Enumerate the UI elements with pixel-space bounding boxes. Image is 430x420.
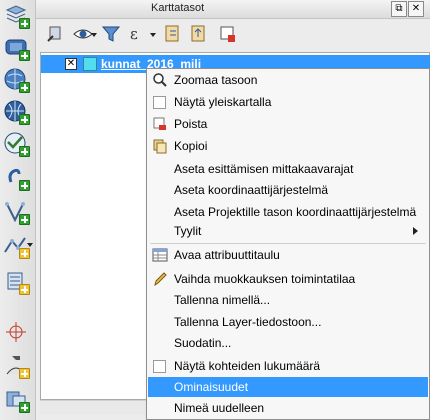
menu-item-label: Ominaisuudet [174,380,249,394]
menu-item-save-as[interactable]: Tallenna nimellä... [148,290,428,310]
layer-context-menu: Zoomaa tasoon Näytä yleiskartalla Poista… [146,68,430,420]
expression-filter-icon[interactable]: ε [126,23,148,45]
menu-item-save-layer-file[interactable]: Tallenna Layer-tiedostoon... [148,312,428,332]
menu-item-rename[interactable]: Nimeä uudelleen [148,398,428,418]
menu-item-zoom-to-layer[interactable]: Zoomaa tasoon [148,70,428,90]
menu-item-label: Aseta esittämisen mittakaavarajat [174,162,354,176]
menu-item-label: Poista [174,117,208,131]
menu-item-label: Tallenna Layer-tiedostoon... [174,315,322,329]
menu-item-label: Vaihda muokkauksen toimintatilaa [174,272,356,286]
left-layer-toolbar [0,0,36,420]
layer-visibility-checkbox[interactable]: ✕ [65,58,77,70]
close-panel-button[interactable]: ✕ [408,1,424,17]
add-delimited-text-layer-icon[interactable] [2,164,30,192]
menu-item-toggle-editing[interactable]: Vaihda muokkauksen toimintatilaa [148,269,428,289]
zoom-icon [152,72,168,88]
menu-item-remove[interactable]: Poista [148,114,428,134]
menu-item-label: Tallenna nimellä... [174,293,271,307]
menu-item-label: Aseta koordinaattijärjestelmä [174,183,329,197]
float-panel-button[interactable]: ⧉ [391,1,407,17]
crosshair-icon[interactable] [2,318,30,346]
chevron-down-icon[interactable] [150,33,156,37]
menu-item-set-crs[interactable]: Aseta koordinaattijärjestelmä [148,180,428,200]
open-layer-styling-icon[interactable] [44,23,66,45]
add-raster-layer-icon[interactable] [2,34,30,62]
add-wms-layer-icon[interactable] [2,66,30,94]
panel-toolbar: ε [36,19,430,49]
chevron-down-icon[interactable] [27,243,33,247]
menu-item-label: Nimeä uudelleen [174,401,265,415]
menu-item-label: Näytä yleiskartalla [174,95,272,109]
menu-separator [150,243,426,244]
menu-item-label: Aseta Projektille tason koordinaattijärj… [174,205,417,219]
menu-item-label: Avaa attribuuttitaulu [174,248,280,262]
submenu-arrow-icon [413,227,418,235]
panel-titlebar: Karttatasot ⧉ ✕ [36,0,430,19]
menu-item-show-feature-count[interactable]: Näytä kohteiden lukumäärä [148,356,428,376]
add-spatialite-layer-icon[interactable] [2,198,30,226]
collapse-all-icon[interactable] [188,23,210,45]
menu-item-set-project-crs[interactable]: Aseta Projektille tason koordinaattijärj… [148,202,428,222]
menu-item-label: Kopioi [174,139,208,153]
remove-layer-icon [152,116,168,132]
menu-item-label: Zoomaa tasoon [174,73,258,87]
menu-item-styles[interactable]: Tyylit [148,221,428,241]
panel-title: Karttatasot [151,2,205,14]
new-shapefile-layer-icon[interactable] [2,232,30,260]
menu-item-scale-visibility[interactable]: Aseta esittämisen mittakaavarajat [148,159,428,179]
duplicate-layer-icon [152,138,168,154]
layer-symbol-swatch [83,57,97,71]
menu-item-duplicate[interactable]: Kopioi [148,136,428,156]
menu-item-properties[interactable]: Ominaisuudet [148,377,428,397]
menu-item-open-attribute-table[interactable]: Avaa attribuuttitaulu [148,245,428,265]
menu-item-filter[interactable]: Suodatin... [148,333,428,353]
checkbox[interactable] [153,360,166,373]
checkbox[interactable] [153,96,166,109]
expand-all-icon[interactable] [162,23,184,45]
new-memory-layer-icon[interactable] [2,268,30,296]
svg-text:ε: ε [130,25,138,43]
filter-icon[interactable] [100,23,122,45]
add-wcs-layer-icon[interactable] [2,130,30,158]
pencil-icon [152,271,168,287]
menu-item-label: Suodatin... [174,336,232,350]
menu-item-label: Näytä kohteiden lukumäärä [174,359,321,373]
add-vector-layer-icon[interactable] [2,2,30,30]
add-wfs-layer-icon[interactable] [2,98,30,126]
menu-item-show-in-overview[interactable]: Näytä yleiskartalla [148,92,428,112]
attribute-table-icon [152,247,168,263]
remove-layer-icon[interactable] [216,23,238,45]
identify-features-icon[interactable] [2,352,30,380]
add-virtual-layer-icon[interactable] [2,386,30,414]
menu-item-label: Tyylit [174,224,202,238]
chevron-down-icon[interactable] [91,33,97,37]
